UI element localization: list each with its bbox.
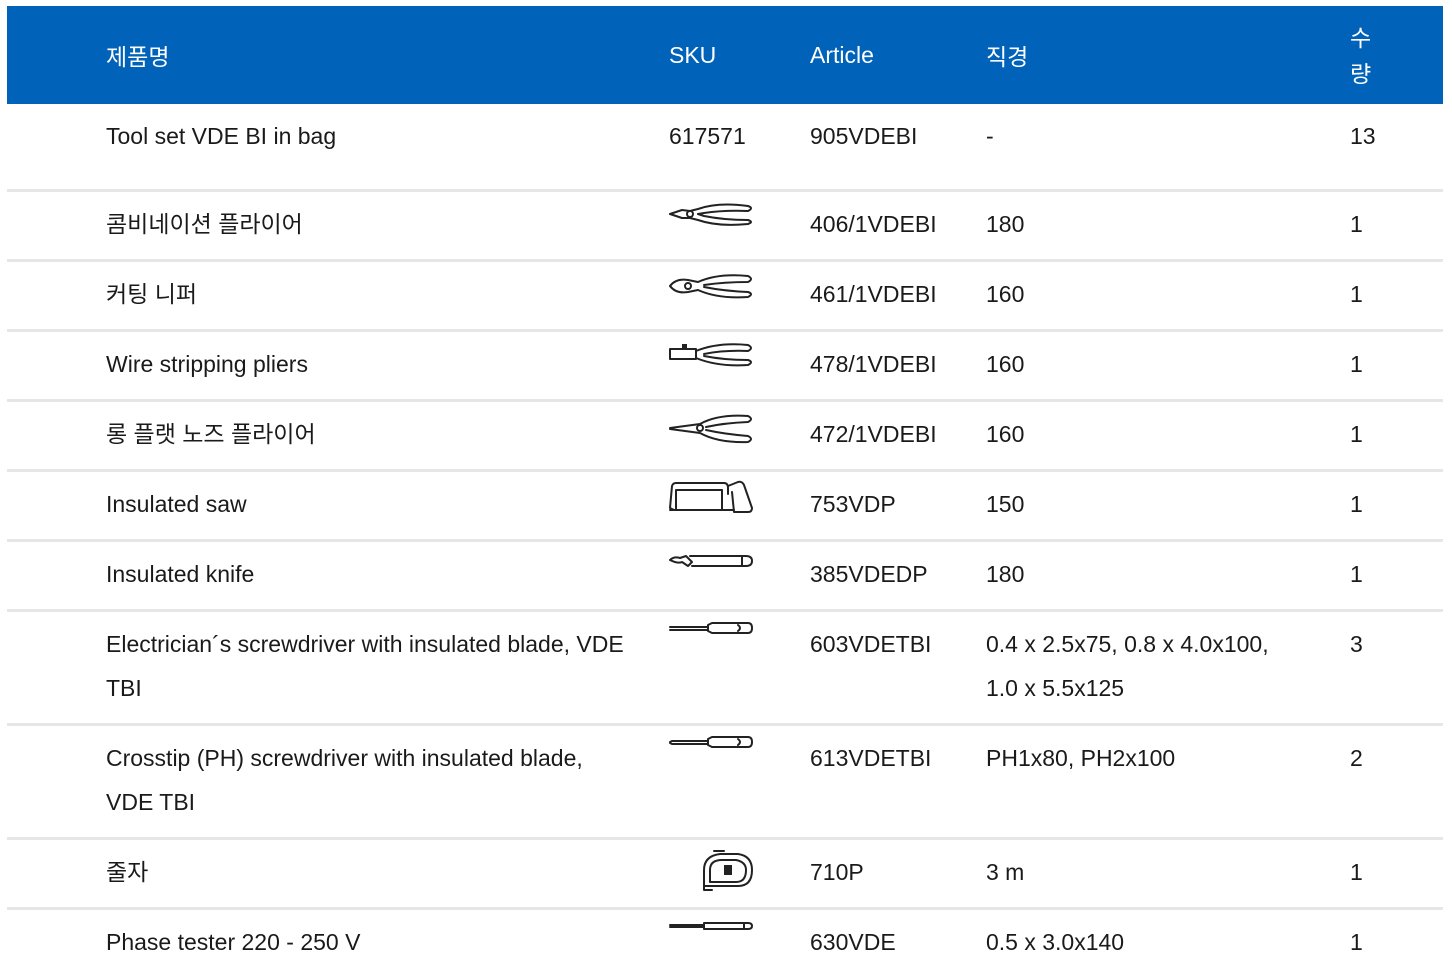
product-name: 커팅 니퍼 (106, 281, 198, 307)
product-name: Electrician´s screwdriver with insulated… (106, 631, 624, 701)
product-name: 콤비네이션 플라이어 (106, 211, 303, 237)
product-name: Wire stripping pliers (106, 351, 308, 377)
table-header: 제품명 SKU Article 직경 수 량 (7, 6, 1443, 104)
table-row: 콤비네이션 플라이어 406/1VDEBI 180 1 (7, 192, 1443, 262)
table-row: Tool set VDE BI in bag 617571 905VDEBI -… (7, 104, 1443, 192)
table-row: Electrician´s screwdriver with insulated… (7, 612, 1443, 726)
flat-screwdriver-icon (668, 620, 754, 638)
product-quantity: 1 (1350, 929, 1363, 955)
product-name: Tool set VDE BI in bag (106, 123, 337, 149)
product-diameter: 180 (986, 561, 1025, 587)
product-diameter: 160 (986, 351, 1025, 377)
product-quantity: 1 (1350, 211, 1363, 237)
product-name: 롱 플랫 노즈 플라이어 (106, 421, 316, 447)
long-flat-nose-pliers-icon (668, 412, 754, 446)
table-row: 줄자 710P 3 m 1 (7, 840, 1443, 910)
product-quantity: 1 (1350, 281, 1363, 307)
table-row: Wire stripping pliers 478/1VDEBI 160 1 (7, 332, 1443, 402)
product-sku: 617571 (669, 123, 746, 149)
product-diameter: 160 (986, 281, 1025, 307)
product-quantity: 1 (1350, 561, 1363, 587)
product-name: Insulated saw (106, 491, 247, 517)
product-name: 줄자 (106, 859, 149, 885)
header-quantity: 수 량 (1350, 20, 1380, 92)
product-table: 제품명 SKU Article 직경 수 량 Tool set VDE BI i… (7, 6, 1443, 977)
product-diameter: 0.4 x 2.5x75, 0.8 x 4.0x100, 1.0 x 5.5x1… (986, 631, 1269, 701)
table-row: 롱 플랫 노즈 플라이어 472/1VDEBI 160 1 (7, 402, 1443, 472)
product-article: 461/1VDEBI (810, 281, 937, 307)
header-sku: SKU (669, 41, 717, 68)
product-article: 613VDETBI (810, 745, 932, 771)
product-article: 630VDE (810, 929, 896, 955)
product-article: 603VDETBI (810, 631, 932, 657)
knife-icon (668, 552, 754, 578)
product-quantity: 1 (1350, 859, 1363, 885)
product-name: Phase tester 220 - 250 V (106, 929, 361, 955)
product-quantity: 1 (1350, 491, 1363, 517)
tape-measure-icon (668, 848, 754, 892)
hacksaw-icon (668, 480, 754, 514)
product-quantity: 1 (1350, 351, 1363, 377)
product-quantity: 13 (1350, 123, 1376, 149)
product-diameter: 3 m (986, 859, 1025, 885)
product-quantity: 1 (1350, 421, 1363, 447)
header-quantity-line2: 량 (1350, 61, 1372, 87)
product-article: 478/1VDEBI (810, 351, 937, 377)
product-diameter: 180 (986, 211, 1025, 237)
header-name: 제품명 (106, 44, 170, 70)
table-row: Insulated saw 753VDP 150 1 (7, 472, 1443, 542)
header-diameter: 직경 (986, 44, 1029, 70)
header-article: Article (810, 41, 874, 68)
product-article: 385VDEDP (810, 561, 928, 587)
product-diameter: 150 (986, 491, 1025, 517)
phase-tester-icon (668, 918, 754, 934)
combination-pliers-icon (668, 200, 754, 232)
product-diameter: PH1x80, PH2x100 (986, 745, 1176, 771)
table-row: Phase tester 220 - 250 V 630VDE 0.5 x 3.… (7, 910, 1443, 977)
product-quantity: 3 (1350, 631, 1363, 657)
table-row: Insulated knife 385VDEDP 180 1 (7, 542, 1443, 612)
phillips-screwdriver-icon (668, 734, 754, 752)
table-row: Crosstip (PH) screwdriver with insulated… (7, 726, 1443, 840)
product-article: 472/1VDEBI (810, 421, 937, 447)
cutting-nipper-icon (668, 270, 754, 304)
product-article: 710P (810, 859, 864, 885)
header-quantity-line1: 수 (1350, 25, 1372, 51)
product-article: 905VDEBI (810, 123, 918, 149)
product-diameter: 0.5 x 3.0x140 (986, 929, 1125, 955)
product-diameter: - (986, 123, 994, 149)
product-article: 406/1VDEBI (810, 211, 937, 237)
product-quantity: 2 (1350, 745, 1363, 771)
wire-stripping-pliers-icon (668, 340, 754, 372)
product-article: 753VDP (810, 491, 896, 517)
product-name: Insulated knife (106, 561, 255, 587)
table-row: 커팅 니퍼 461/1VDEBI 160 1 (7, 262, 1443, 332)
product-name: Crosstip (PH) screwdriver with insulated… (106, 745, 583, 815)
product-diameter: 160 (986, 421, 1025, 447)
